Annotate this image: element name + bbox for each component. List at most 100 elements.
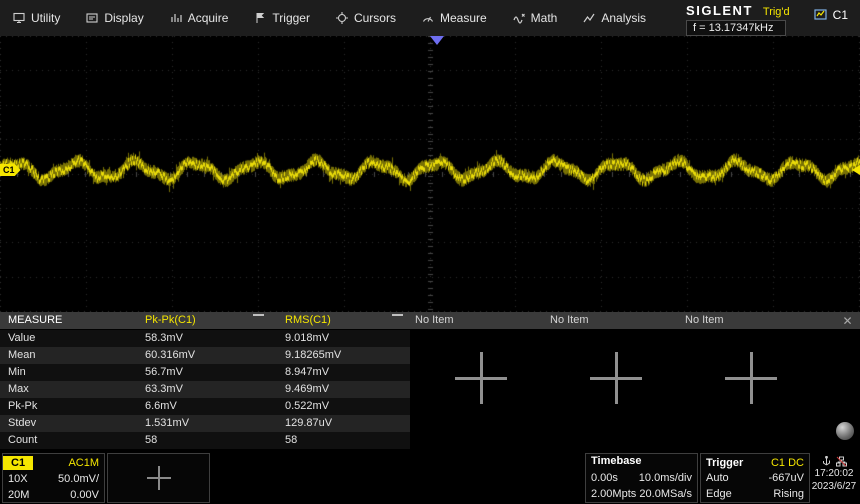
pkpk-value: 58 [145, 434, 157, 446]
menu-analysis[interactable]: Analysis [570, 0, 659, 36]
trigger-box[interactable]: Trigger C1 DC Auto -667uV Edge Rising [700, 453, 810, 503]
trigger-type: Edge [706, 488, 732, 500]
add-channel-box[interactable] [107, 453, 210, 503]
menu-measure-label: Measure [440, 11, 487, 25]
row-label: Stdev [8, 417, 36, 429]
stat-dash-icon[interactable] [253, 314, 264, 316]
pkpk-value: 1.531mV [145, 417, 189, 429]
rms-value: 129.87uV [285, 417, 332, 429]
table-row: Mean 60.316mV 9.18265mV [0, 347, 410, 364]
oscilloscope-ui: Utility Display Acquire Trigger Cursors … [0, 0, 860, 504]
menu-bar: Utility Display Acquire Trigger Cursors … [0, 0, 860, 36]
menu-cursors[interactable]: Cursors [323, 0, 409, 36]
trigger-position-marker[interactable] [430, 36, 444, 45]
menu-math[interactable]: Math [500, 0, 571, 36]
timebase-delay: 0.00s [591, 472, 618, 484]
frequency-readout: f = 13.17347kHz [686, 20, 786, 36]
usb-icon [822, 456, 831, 467]
active-channel-badge[interactable]: C1 [814, 8, 848, 22]
menu-analysis-label: Analysis [601, 11, 646, 25]
waveform-display: C1 [0, 36, 860, 312]
rms-value: 8.947mV [285, 366, 329, 378]
measure-col-noitem-1[interactable]: No Item [415, 314, 454, 326]
add-channel-icon [147, 466, 171, 490]
measure-col-rms[interactable]: RMS(C1) [285, 314, 331, 326]
measure-rows: Value 58.3mV 9.018mV Mean 60.316mV 9.182… [0, 330, 410, 449]
row-label: Mean [8, 349, 36, 361]
channel-vdiv: 50.0mV/ [58, 473, 99, 485]
menu-utility[interactable]: Utility [0, 0, 73, 36]
table-row: Value 58.3mV 9.018mV [0, 330, 410, 347]
menu-math-label: Math [531, 11, 558, 25]
menu-trigger[interactable]: Trigger [241, 0, 323, 36]
menu-acquire-label: Acquire [188, 11, 229, 25]
display-icon [86, 12, 98, 24]
active-channel-label: C1 [833, 8, 848, 22]
pkpk-value: 63.3mV [145, 383, 183, 395]
channel-descriptor-box[interactable]: C1 AC1M 10X 50.0mV/ 20M 0.00V [2, 453, 105, 503]
trigger-title: Trigger [706, 457, 743, 469]
trigger-mode: Auto [706, 472, 729, 484]
acquire-icon [170, 12, 182, 24]
rms-value: 9.018mV [285, 332, 329, 344]
lan-icon [836, 456, 847, 467]
math-icon [513, 12, 525, 24]
measure-title: MEASURE [8, 314, 62, 326]
clock-date: 2023/6/27 [810, 480, 858, 493]
pkpk-value: 60.316mV [145, 349, 195, 361]
cursors-icon [336, 12, 348, 24]
row-label: Count [8, 434, 37, 446]
brand-logo: SIGLENT [686, 3, 753, 18]
trigger-status: Trig'd [763, 6, 790, 18]
pkpk-value: 58.3mV [145, 332, 183, 344]
add-measurement-icon[interactable] [590, 352, 642, 404]
menu-acquire[interactable]: Acquire [157, 0, 242, 36]
rms-value: 0.522mV [285, 400, 329, 412]
timebase-samplerate: 20.0MSa/s [639, 488, 692, 500]
trigger-level-marker[interactable] [852, 165, 860, 175]
table-row: Pk-Pk 6.6mV 0.522mV [0, 398, 410, 415]
add-measurement-icon[interactable] [455, 352, 507, 404]
pkpk-value: 6.6mV [145, 400, 177, 412]
status-bar: C1 AC1M 10X 50.0mV/ 20M 0.00V Timebase 0… [0, 452, 860, 504]
gesture-ball-icon[interactable] [836, 422, 854, 440]
rms-value: 9.469mV [285, 383, 329, 395]
measure-col-pkpk[interactable]: Pk-Pk(C1) [145, 314, 196, 326]
menu-display-label: Display [104, 11, 143, 25]
table-row: Stdev 1.531mV 129.87uV [0, 415, 410, 432]
table-row: Max 63.3mV 9.469mV [0, 381, 410, 398]
clock-time: 17:20:02 [810, 467, 858, 480]
pkpk-value: 56.7mV [145, 366, 183, 378]
timebase-scale: 10.0ms/div [639, 472, 692, 484]
row-label: Max [8, 383, 29, 395]
channel-probe: 10X [8, 473, 28, 485]
close-icon[interactable]: ✕ [840, 314, 855, 329]
menu-cursors-label: Cursors [354, 11, 396, 25]
channel-offset: 0.00V [70, 489, 99, 501]
table-row: Min 56.7mV 8.947mV [0, 364, 410, 381]
table-row: Count 58 58 [0, 432, 410, 449]
trigger-flag-icon [254, 12, 266, 24]
menu-right-cluster: SIGLENT Trig'd f = 13.17347kHz C1 [686, 3, 860, 36]
clock-block: 17:20:02 2023/6/27 [810, 455, 858, 493]
menu-utility-label: Utility [31, 11, 60, 25]
add-measurement-icon[interactable] [725, 352, 777, 404]
measure-col-noitem-2[interactable]: No Item [550, 314, 589, 326]
trigger-slope: Rising [773, 488, 804, 500]
channel-bandwidth: 20M [8, 489, 29, 501]
utility-icon [13, 12, 25, 24]
measure-header: MEASURE Pk-Pk(C1) RMS(C1) No Item No Ite… [0, 312, 860, 329]
channel-coupling: AC1M [68, 457, 99, 469]
timebase-box[interactable]: Timebase 0.00s 10.0ms/div 2.00Mpts 20.0M… [585, 453, 698, 503]
timebase-memory: 2.00Mpts [591, 488, 636, 500]
row-label: Min [8, 366, 26, 378]
menu-display[interactable]: Display [73, 0, 156, 36]
channel-name-chip: C1 [3, 456, 33, 470]
analysis-icon [583, 12, 595, 24]
measure-col-noitem-3[interactable]: No Item [685, 314, 724, 326]
timebase-title: Timebase [586, 454, 697, 470]
waveform-canvas [0, 36, 860, 312]
stat-dash-icon[interactable] [392, 314, 403, 316]
menu-measure[interactable]: Measure [409, 0, 500, 36]
channel-screen-icon [814, 9, 827, 20]
